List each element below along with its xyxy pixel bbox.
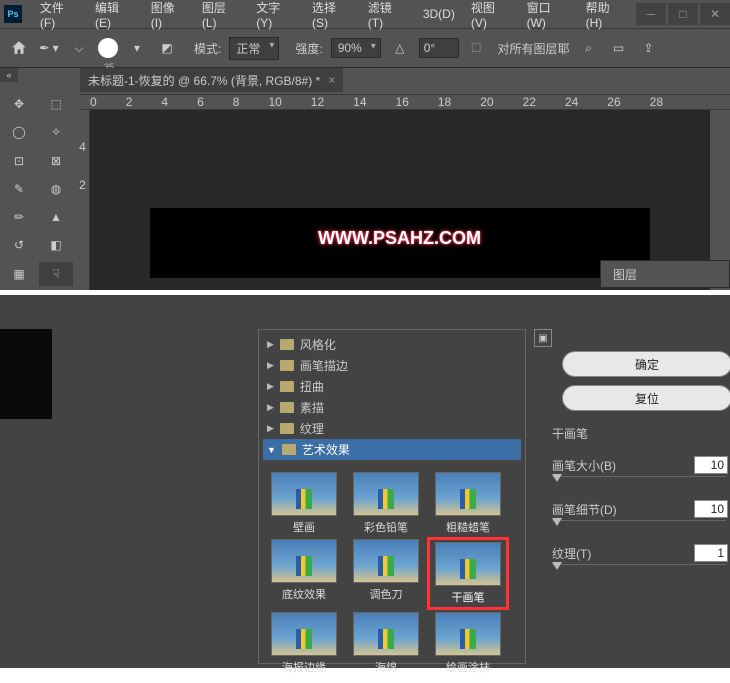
close-button[interactable]: ✕ bbox=[700, 3, 730, 25]
preview-edge bbox=[0, 329, 52, 419]
tree-artistic[interactable]: ▼艺术效果 bbox=[263, 439, 521, 460]
param-brush-detail-label: 画笔细节(D) bbox=[552, 501, 617, 518]
share-icon[interactable]: ⇪ bbox=[638, 37, 660, 59]
crop-tool[interactable]: ⊡ bbox=[2, 149, 36, 173]
menu-type[interactable]: 文字(Y) bbox=[248, 0, 304, 30]
angle-icon: △ bbox=[389, 37, 411, 59]
tool-preset-icon[interactable]: ✒ ▾ bbox=[38, 37, 60, 59]
filter-paint-daubs[interactable]: 绘画涂抹 bbox=[427, 610, 509, 677]
search-icon[interactable]: ⌕ bbox=[578, 37, 600, 59]
frame-icon[interactable]: ▭ bbox=[608, 37, 630, 59]
document-tab[interactable]: 未标题-1-恢复的 @ 66.7% (背景, RGB/8#) * × bbox=[80, 68, 343, 92]
maximize-button[interactable]: □ bbox=[668, 3, 698, 25]
document-title: 未标题-1-恢复的 @ 66.7% (背景, RGB/8#) * bbox=[88, 72, 320, 89]
menu-image[interactable]: 图像(I) bbox=[143, 0, 194, 30]
tree-texture[interactable]: ▶纹理 bbox=[263, 418, 521, 439]
angle-input[interactable]: 0° bbox=[419, 38, 459, 58]
strength-label: 强度: bbox=[295, 40, 322, 57]
filter-underpainting[interactable]: 底纹效果 bbox=[263, 537, 345, 610]
ok-button[interactable]: 确定 bbox=[562, 351, 730, 377]
brush-selector-icon[interactable]: ⌵ bbox=[68, 37, 90, 59]
param-brush-size-slider[interactable] bbox=[552, 476, 726, 486]
brush-dropdown-icon[interactable]: ▾ bbox=[126, 37, 148, 59]
tree-brushstrokes[interactable]: ▶画笔描边 bbox=[263, 355, 521, 376]
filter-sponge[interactable]: 海绵 bbox=[345, 610, 427, 677]
tab-close-icon[interactable]: × bbox=[328, 73, 335, 87]
layers-panel-tab[interactable]: 图层 bbox=[600, 260, 730, 288]
menu-edit[interactable]: 编辑(E) bbox=[87, 0, 143, 30]
watermark-text: WWW.PSAHZ.COM bbox=[318, 228, 481, 249]
brush-preview[interactable] bbox=[98, 38, 118, 58]
menu-bar: Ps 文件(F) 编辑(E) 图像(I) 图层(L) 文字(Y) 选择(S) 滤… bbox=[0, 0, 730, 28]
frame-tool[interactable]: ⊠ bbox=[39, 149, 73, 173]
gradient-tool[interactable]: ▦ bbox=[2, 262, 36, 286]
filter-dry-brush[interactable]: 干画笔 bbox=[427, 537, 509, 610]
menu-3d[interactable]: 3D(D) bbox=[415, 7, 463, 21]
param-texture-slider[interactable] bbox=[552, 564, 726, 574]
filter-colored-pencil[interactable]: 彩色铅笔 bbox=[345, 470, 427, 537]
param-texture-label: 纹理(T) bbox=[552, 545, 591, 562]
menu-file[interactable]: 文件(F) bbox=[32, 0, 87, 30]
menu-select[interactable]: 选择(S) bbox=[304, 0, 360, 30]
marquee-tool[interactable]: ⬚ bbox=[39, 92, 73, 116]
menu-help[interactable]: 帮助(H) bbox=[578, 0, 634, 30]
brush-panel-icon[interactable]: ◩ bbox=[156, 37, 178, 59]
collapse-settings-icon[interactable]: ▣ bbox=[534, 329, 552, 347]
history-brush-tool[interactable]: ↺ bbox=[2, 233, 36, 257]
toolbox-collapse[interactable]: « bbox=[0, 68, 18, 82]
tree-stylize[interactable]: ▶风格化 bbox=[263, 334, 521, 355]
filter-tree-panel: ▶风格化 ▶画笔描边 ▶扭曲 ▶素描 ▶纹理 ▼艺术效果 壁画 彩色铅笔 粗糙蜡… bbox=[258, 329, 526, 664]
brush-tool[interactable]: ✏ bbox=[2, 205, 36, 229]
param-brush-size-input[interactable] bbox=[694, 456, 728, 474]
filter-settings-panel: ▣ 确定 复位 干画笔 画笔大小(B) 画笔细节(D) 纹理(T) bbox=[534, 329, 730, 664]
all-layers-checkbox[interactable]: 对所有图层耶 bbox=[498, 40, 570, 57]
menu-view[interactable]: 视图(V) bbox=[463, 0, 519, 30]
param-texture-input[interactable] bbox=[694, 544, 728, 562]
eraser-tool[interactable]: ◧ bbox=[39, 233, 73, 257]
minimize-button[interactable]: ─ bbox=[636, 3, 666, 25]
smudge-tool[interactable]: ☟ bbox=[39, 262, 73, 286]
stamp-tool[interactable]: ▲ bbox=[39, 205, 73, 229]
filter-poster-edges[interactable]: 海报边缘 bbox=[263, 610, 345, 677]
current-filter-name: 干画笔 bbox=[552, 425, 730, 442]
toolbox: ✥ ⬚ ◯ ✧ ⊡ ⊠ ✎ ◍ ✏ ▲ ↺ ◧ ▦ ☟ bbox=[0, 90, 76, 290]
options-bar: ✒ ▾ ⌵ 35 ▾ ◩ 模式: 正常 强度: 90% △ 0° ☐ 对所有图层… bbox=[0, 28, 730, 68]
lasso-tool[interactable]: ◯ bbox=[2, 120, 36, 144]
eyedropper-tool[interactable]: ✎ bbox=[2, 177, 36, 201]
tree-distort[interactable]: ▶扭曲 bbox=[263, 376, 521, 397]
ruler-horizontal: 0246810121416182022242628 bbox=[80, 94, 730, 110]
strength-dropdown[interactable]: 90% bbox=[331, 38, 381, 58]
param-brush-detail-slider[interactable] bbox=[552, 520, 726, 530]
mode-dropdown[interactable]: 正常 bbox=[229, 37, 279, 60]
heal-tool[interactable]: ◍ bbox=[39, 177, 73, 201]
app-logo: Ps bbox=[4, 5, 22, 23]
param-brush-size-label: 画笔大小(B) bbox=[552, 457, 616, 474]
move-tool[interactable]: ✥ bbox=[2, 92, 36, 116]
ruler-vertical: 42 bbox=[76, 110, 90, 290]
filter-rough-pastels[interactable]: 粗糙蜡笔 bbox=[427, 470, 509, 537]
home-icon[interactable] bbox=[8, 37, 30, 59]
menu-window[interactable]: 窗口(W) bbox=[519, 0, 578, 30]
wand-tool[interactable]: ✧ bbox=[39, 120, 73, 144]
menu-layer[interactable]: 图层(L) bbox=[194, 0, 248, 30]
filter-fresco[interactable]: 壁画 bbox=[263, 470, 345, 537]
mode-label: 模式: bbox=[194, 40, 221, 57]
filter-palette-knife[interactable]: 调色刀 bbox=[345, 537, 427, 610]
tree-sketch[interactable]: ▶素描 bbox=[263, 397, 521, 418]
menu-filter[interactable]: 滤镜(T) bbox=[360, 0, 415, 30]
param-brush-detail-input[interactable] bbox=[694, 500, 728, 518]
reset-button[interactable]: 复位 bbox=[562, 385, 730, 411]
